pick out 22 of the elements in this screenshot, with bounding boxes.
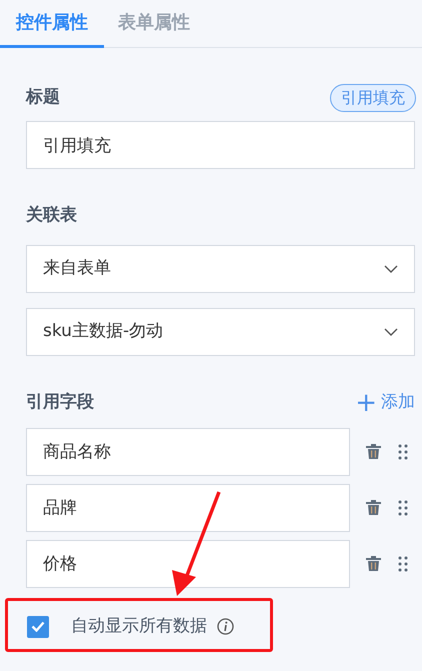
checkbox-label: 自动显示所有数据 (71, 615, 207, 638)
trash-icon[interactable] (365, 443, 382, 460)
plus-icon: + (355, 390, 377, 416)
dropdown[interactable]: sku主数据-勿动 (26, 308, 415, 356)
checkbox[interactable] (27, 616, 49, 638)
title-input[interactable]: 引用填充 (26, 121, 415, 169)
section-label: 关联表 (26, 204, 78, 227)
dropdown[interactable]: 来自表单 (26, 244, 415, 292)
field-input[interactable]: 价格 (26, 540, 350, 588)
section-label: 引用字段 (26, 390, 94, 414)
trash-icon[interactable] (365, 555, 382, 572)
section-label: 标题 (26, 86, 60, 110)
check-icon (31, 621, 45, 632)
field-input[interactable]: 商品名称 (26, 428, 350, 476)
field-input[interactable]: 品牌 (26, 484, 350, 532)
chevron-down-icon (384, 328, 398, 336)
chevron-down-icon (384, 264, 398, 272)
drag-handle-icon[interactable] (398, 444, 408, 460)
info-icon[interactable] (217, 618, 234, 636)
drag-handle-icon[interactable] (398, 556, 408, 572)
trash-icon[interactable] (365, 499, 382, 516)
drag-handle-icon[interactable] (398, 500, 408, 516)
